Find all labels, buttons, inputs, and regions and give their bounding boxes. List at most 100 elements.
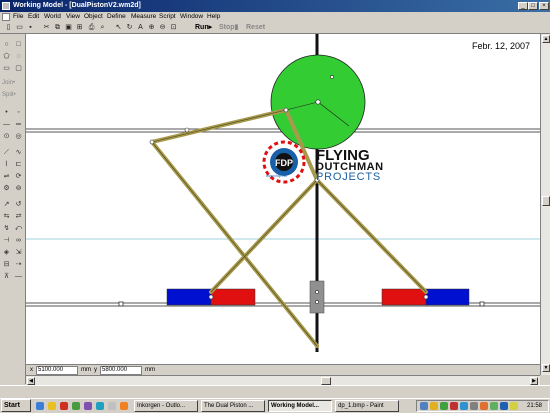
button-tool-icon[interactable]: ⊟: [2, 260, 11, 269]
menu-object[interactable]: Object: [84, 12, 103, 22]
torque-tool-icon[interactable]: ↺: [14, 200, 23, 209]
menu-edit[interactable]: Edit: [28, 12, 39, 22]
pulley-tool-icon[interactable]: ⊚: [14, 184, 23, 193]
x-coord-field[interactable]: 5100.000: [36, 366, 78, 375]
vertical-slider-block[interactable]: [309, 280, 325, 314]
cut-icon[interactable]: ✂: [42, 23, 51, 32]
scroll-right-arrow-icon[interactable]: ▶: [530, 377, 538, 385]
mechanism-drawing[interactable]: FDP: [26, 34, 540, 364]
damper-tool-icon[interactable]: ⊏: [14, 160, 23, 169]
separator-tool-icon[interactable]: ⇆: [2, 212, 11, 221]
task-paint[interactable]: dp_1.bmp - Paint: [335, 400, 399, 412]
y-coord-field[interactable]: 5800.000: [100, 366, 142, 375]
maximize-button[interactable]: □: [528, 2, 538, 10]
tray-icon-1[interactable]: [420, 402, 428, 410]
menu-world[interactable]: World: [44, 12, 61, 22]
menu-measure[interactable]: Measure: [131, 12, 156, 22]
quicklaunch-app-icon[interactable]: [72, 402, 80, 410]
quicklaunch-app3-icon[interactable]: [96, 402, 104, 410]
pin-joint-tool-icon[interactable]: ⊙: [2, 132, 11, 141]
tray-icon-9[interactable]: [500, 402, 508, 410]
right-piston-red-block[interactable]: [381, 288, 427, 306]
reset-button[interactable]: Reset: [246, 22, 265, 34]
rectangle-tool-icon[interactable]: ▭: [2, 64, 11, 73]
app-icon[interactable]: [2, 2, 10, 10]
join-button[interactable]: Join•: [2, 80, 15, 86]
pointer-icon[interactable]: ↖: [114, 23, 123, 32]
quicklaunch-media-icon[interactable]: [60, 402, 68, 410]
zoom-fit-icon[interactable]: ⊡: [169, 23, 178, 32]
curve-tool-icon[interactable]: ◌: [14, 52, 23, 61]
zoom-icon[interactable]: ⌕: [98, 23, 107, 32]
zoom-out-icon[interactable]: ⊖: [158, 23, 167, 32]
task-outlook[interactable]: Inkorgen - Outlo...: [134, 400, 198, 412]
magnify-icon[interactable]: ⊕: [147, 23, 156, 32]
menu-script[interactable]: Script: [159, 12, 176, 22]
open-file-icon[interactable]: ▭: [15, 23, 24, 32]
menu-view[interactable]: View: [66, 12, 80, 22]
linear-damper-icon[interactable]: ⇄: [14, 212, 23, 221]
scroll-down-arrow-icon[interactable]: ▼: [542, 364, 550, 372]
rope-tool-icon[interactable]: ∿: [14, 148, 23, 157]
rotational-spring-icon[interactable]: ↯: [2, 224, 11, 233]
rounded-rect-tool-icon[interactable]: ▢: [14, 64, 23, 73]
split-button[interactable]: Split•: [2, 92, 16, 98]
print-icon[interactable]: ⎙: [87, 23, 96, 32]
menu-help[interactable]: Help: [207, 12, 220, 22]
spring-tool-icon[interactable]: ⌇: [2, 160, 11, 169]
anchor-tool-icon[interactable]: ◦: [14, 108, 23, 117]
point-tool-icon[interactable]: •: [2, 108, 11, 117]
rigid-joint-tool-icon[interactable]: ◎: [14, 132, 23, 141]
constraint-tool-icon[interactable]: ⊣: [2, 236, 11, 245]
horizontal-scrollbar[interactable]: ◀ ▶: [26, 375, 540, 385]
close-button[interactable]: ×: [539, 2, 549, 10]
copy-icon[interactable]: ⧉: [53, 23, 62, 32]
circle-tool-icon[interactable]: ○: [2, 40, 11, 49]
slot-end-marker-left[interactable]: [118, 301, 124, 307]
tray-icon-5[interactable]: [460, 402, 468, 410]
control-tool-icon[interactable]: ⇲: [14, 248, 23, 257]
rotate-icon[interactable]: ↻: [125, 23, 134, 32]
simulation-canvas[interactable]: FDP Febr. 12, 2007 FLYING DUTCHMAN PROJE…: [26, 34, 540, 364]
belt-tool-icon[interactable]: ∞: [14, 236, 23, 245]
replicate-icon[interactable]: ⊞: [75, 23, 84, 32]
document-menu-icon[interactable]: [2, 13, 10, 21]
start-button[interactable]: Start: [1, 399, 31, 412]
run-button[interactable]: Run▸: [195, 22, 212, 34]
right-piston-blue-block[interactable]: [425, 288, 470, 306]
minimize-button[interactable]: _: [518, 2, 528, 10]
quicklaunch-app5-icon[interactable]: [120, 402, 128, 410]
new-file-icon[interactable]: ▯: [4, 23, 13, 32]
tray-icon-4[interactable]: [450, 402, 458, 410]
motor-tool-icon[interactable]: ⟳: [14, 172, 23, 181]
square-tool-icon[interactable]: □: [14, 40, 23, 49]
vertical-scrollbar[interactable]: ▲ ▼: [540, 34, 550, 375]
scroll-left-arrow-icon[interactable]: ◀: [27, 377, 35, 385]
text-tool-icon[interactable]: A: [136, 23, 145, 32]
vertical-scroll-thumb[interactable]: [542, 196, 550, 206]
menu-window[interactable]: Window: [180, 12, 203, 22]
tray-icon-8[interactable]: [490, 402, 498, 410]
slot-tool-icon[interactable]: —: [2, 120, 11, 129]
menu-file[interactable]: File: [13, 12, 23, 22]
quicklaunch-app4-icon[interactable]: [108, 402, 116, 410]
actuator-tool-icon[interactable]: ⇌: [2, 172, 11, 181]
task-dual-piston[interactable]: The Dual Piston ...: [201, 400, 265, 412]
scroll-up-arrow-icon[interactable]: ▲: [542, 35, 550, 43]
meter-tool-icon[interactable]: ◈: [2, 248, 11, 257]
line-tool-icon[interactable]: —: [14, 272, 23, 281]
quicklaunch-app2-icon[interactable]: [84, 402, 92, 410]
slider-tool-icon[interactable]: ⇢: [14, 260, 23, 269]
slot-end-marker-right[interactable]: [479, 301, 485, 307]
menu-define[interactable]: Define: [107, 12, 126, 22]
left-piston-red-block[interactable]: [210, 288, 256, 306]
rotational-damper-icon[interactable]: ⤺: [14, 224, 23, 233]
volume-icon[interactable]: [510, 402, 518, 410]
tray-icon-6[interactable]: [470, 402, 478, 410]
quicklaunch-ie-icon[interactable]: [36, 402, 44, 410]
task-working-model[interactable]: Working Model...: [268, 400, 332, 412]
horizontal-scroll-thumb[interactable]: [321, 377, 331, 385]
tray-icon-3[interactable]: [440, 402, 448, 410]
menu-tool-icon[interactable]: ⊼: [2, 272, 11, 281]
quicklaunch-outlook-icon[interactable]: [48, 402, 56, 410]
